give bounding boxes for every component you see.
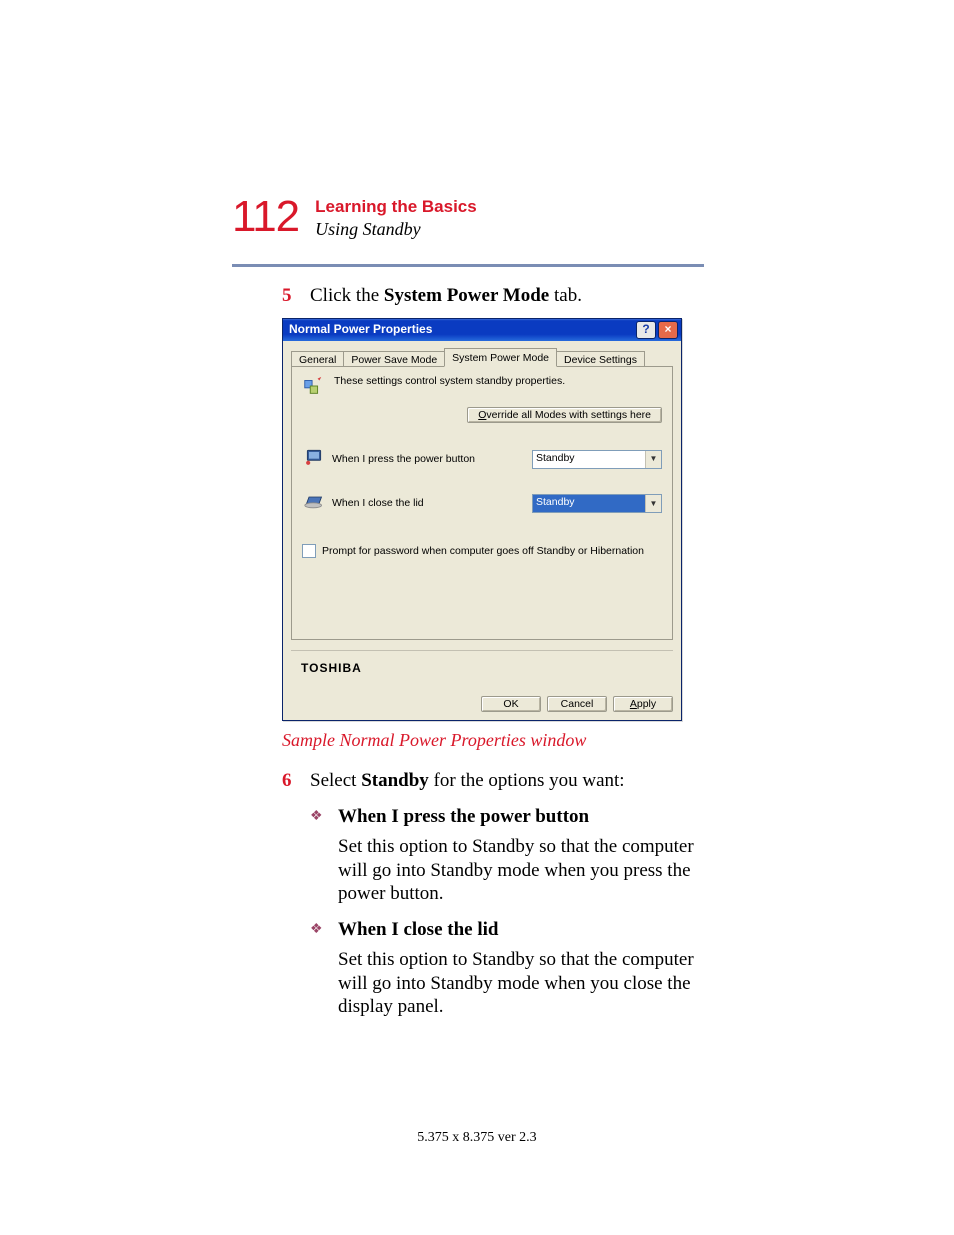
apply-button[interactable]: Apply [613, 696, 673, 712]
option-power-button: When I press the power button Standby ▼ [302, 447, 662, 472]
page-footer: 5.375 x 8.375 ver 2.3 [0, 1130, 954, 1146]
bullet-description: Set this option to Standby so that the c… [338, 948, 702, 1019]
chapter-title: Learning the Basics [315, 197, 477, 217]
settings-icon [302, 375, 324, 397]
select-value: Standby [533, 495, 645, 512]
password-prompt-option[interactable]: Prompt for password when computer goes o… [302, 544, 662, 558]
step-6: 6 Select Standby for the options you wan… [282, 769, 702, 793]
option-close-lid: When I close the lid Standby ▼ [302, 492, 662, 517]
text: Select [310, 770, 361, 791]
power-button-select[interactable]: Standby ▼ [532, 450, 662, 469]
dialog-buttons: OK Cancel Apply [283, 690, 681, 720]
step-number: 6 [282, 769, 310, 793]
diamond-bullet-icon: ❖ [310, 805, 338, 906]
diamond-bullet-icon: ❖ [310, 918, 338, 1019]
bullet-power-button: ❖ When I press the power button Set this… [310, 805, 702, 906]
help-button[interactable]: ? [636, 321, 656, 339]
text: tab. [549, 285, 582, 306]
text-bold: System Power Mode [384, 285, 549, 306]
step-text: Click the System Power Mode tab. [310, 284, 702, 308]
text-bold: Standby [361, 770, 429, 791]
checkbox[interactable] [302, 544, 316, 558]
bullet-description: Set this option to Standby so that the c… [338, 835, 702, 906]
option-label: When I press the power button [332, 453, 532, 466]
chevron-down-icon[interactable]: ▼ [645, 495, 661, 512]
section-title: Using Standby [315, 219, 477, 240]
dialog-window: Normal Power Properties ? × General Powe… [282, 318, 682, 721]
checkbox-label: Prompt for password when computer goes o… [322, 545, 644, 558]
window-title: Normal Power Properties [289, 322, 636, 337]
text: Click the [310, 285, 384, 306]
tab-strip: General Power Save Mode System Power Mod… [291, 347, 673, 367]
close-button[interactable]: × [658, 321, 678, 339]
bullet-title: When I close the lid [338, 918, 702, 942]
close-lid-select[interactable]: Standby ▼ [532, 494, 662, 513]
bullet-title: When I press the power button [338, 805, 702, 829]
override-button[interactable]: Override all Modes with settings here [467, 407, 662, 423]
step-number: 5 [282, 284, 310, 308]
titlebar[interactable]: Normal Power Properties ? × [283, 319, 681, 341]
page-number: 112 [232, 195, 299, 239]
ok-button[interactable]: OK [481, 696, 541, 712]
text: for the options you want: [429, 770, 625, 791]
header-rule [232, 264, 704, 267]
option-label: When I close the lid [332, 497, 532, 510]
laptop-lid-icon [302, 492, 328, 517]
brand-label: TOSHIBA [291, 650, 673, 682]
figure-caption: Sample Normal Power Properties window [282, 729, 702, 752]
cancel-button[interactable]: Cancel [547, 696, 607, 712]
chevron-down-icon[interactable]: ▼ [645, 451, 661, 468]
panel-description: These settings control system standby pr… [334, 375, 565, 388]
step-5: 5 Click the System Power Mode tab. [282, 284, 702, 308]
step-text: Select Standby for the options you want: [310, 769, 702, 793]
bullet-close-lid: ❖ When I close the lid Set this option t… [310, 918, 702, 1019]
power-button-icon [302, 447, 328, 472]
select-value: Standby [533, 451, 645, 468]
tab-panel: These settings control system standby pr… [291, 366, 673, 640]
tab-system-power-mode[interactable]: System Power Mode [444, 348, 557, 367]
